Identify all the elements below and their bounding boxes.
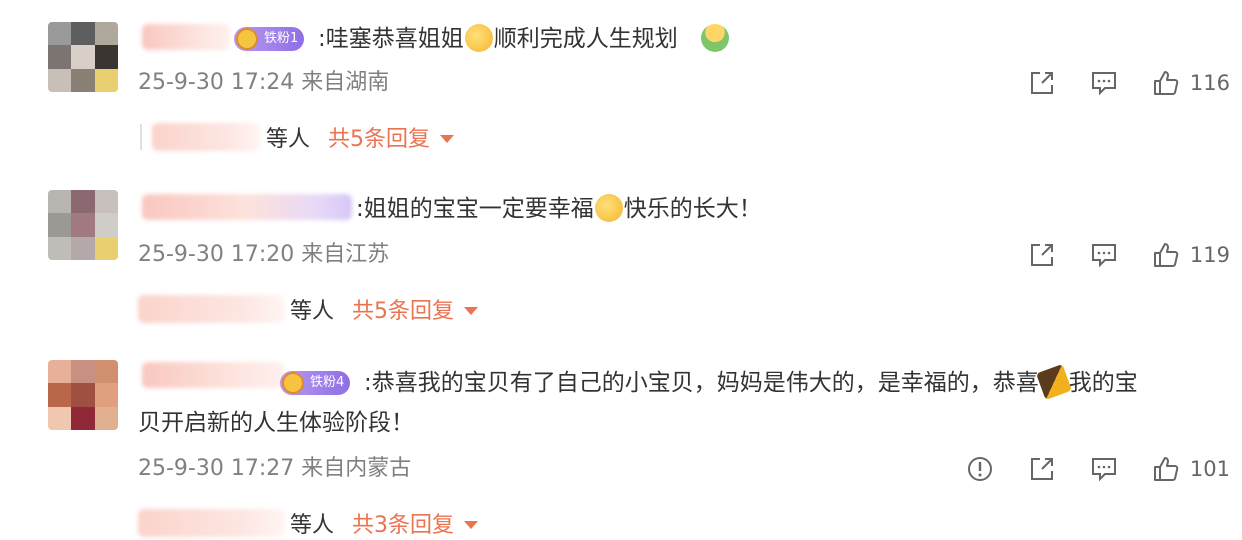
- comment-icon: [1091, 72, 1116, 96]
- like-count: 119: [1189, 243, 1230, 267]
- timestamp-location: 25-9-30 17:24 来自湖南: [138, 70, 390, 95]
- comment-actions: 116: [1000, 67, 1230, 99]
- fan-face-icon: [282, 372, 304, 394]
- like-icon: [1153, 71, 1179, 95]
- emoji-icon: [1035, 364, 1072, 400]
- caret-down-icon[interactable]: [464, 521, 479, 529]
- comment-icon: [1091, 244, 1116, 268]
- like-button[interactable]: [1146, 67, 1186, 99]
- reply-summary[interactable]: 等人 共3条回复: [138, 506, 479, 540]
- reply-usernames: [138, 509, 284, 537]
- reply-summary[interactable]: 等人 共5条回复: [138, 120, 455, 154]
- comment-text: :恭喜我的宝贝有了自己的小宝贝，妈妈是伟大的，是幸福的，恭喜 我的宝: [364, 364, 1138, 400]
- share-button[interactable]: [1022, 67, 1062, 99]
- caret-down-icon[interactable]: [440, 135, 455, 143]
- username[interactable]: [142, 362, 284, 388]
- like-button[interactable]: [1146, 239, 1186, 271]
- like-button[interactable]: [1146, 453, 1186, 485]
- reply-count-link[interactable]: 共5条回复: [328, 121, 430, 153]
- reply-usernames: [152, 123, 260, 151]
- avatar[interactable]: [48, 360, 118, 430]
- comment-text-line2: 贝开启新的人生体验阶段！: [138, 410, 414, 436]
- fan-badge: 铁粉4: [280, 371, 351, 395]
- share-icon: [1030, 72, 1053, 94]
- caret-down-icon[interactable]: [464, 307, 479, 315]
- report-button[interactable]: [960, 453, 1000, 485]
- fan-face-icon: [236, 28, 258, 50]
- comment-actions: 119: [1000, 239, 1230, 271]
- emoji-icon: [464, 24, 493, 52]
- username[interactable]: [142, 24, 230, 50]
- like-count: 101: [1189, 457, 1230, 481]
- share-icon: [1030, 244, 1053, 266]
- reply-count-link[interactable]: 共3条回复: [352, 507, 454, 539]
- share-icon: [1030, 458, 1053, 480]
- comment-icon: [1091, 458, 1116, 482]
- reply-summary[interactable]: 等人 共5条回复: [138, 292, 479, 326]
- report-icon: [967, 457, 992, 481]
- username[interactable]: [142, 194, 352, 220]
- comment-actions: 101: [938, 453, 1230, 485]
- like-icon: [1153, 243, 1179, 267]
- share-button[interactable]: [1022, 453, 1062, 485]
- reply-count-link[interactable]: 共5条回复: [352, 293, 454, 325]
- timestamp-location: 25-9-30 17:20 来自江苏: [138, 242, 390, 267]
- share-button[interactable]: [1022, 239, 1062, 271]
- comment-text: :姐姐的宝宝一定要幸福 快乐的长大！: [356, 194, 762, 222]
- timestamp-location: 25-9-30 17:27 来自内蒙古: [138, 456, 412, 481]
- like-icon: [1153, 457, 1179, 481]
- comment-button[interactable]: [1084, 67, 1124, 99]
- emoji-icon: [700, 24, 729, 52]
- emoji-icon: [594, 194, 623, 222]
- comment-text: :哇塞恭喜姐姐 顺利完成人生规划: [318, 22, 730, 56]
- comment-button[interactable]: [1084, 239, 1124, 271]
- like-count: 116: [1189, 71, 1230, 95]
- fan-badge: 铁粉1: [234, 27, 305, 51]
- reply-usernames: [138, 295, 284, 323]
- avatar[interactable]: [48, 22, 118, 92]
- avatar[interactable]: [48, 190, 118, 260]
- comment-button[interactable]: [1084, 453, 1124, 485]
